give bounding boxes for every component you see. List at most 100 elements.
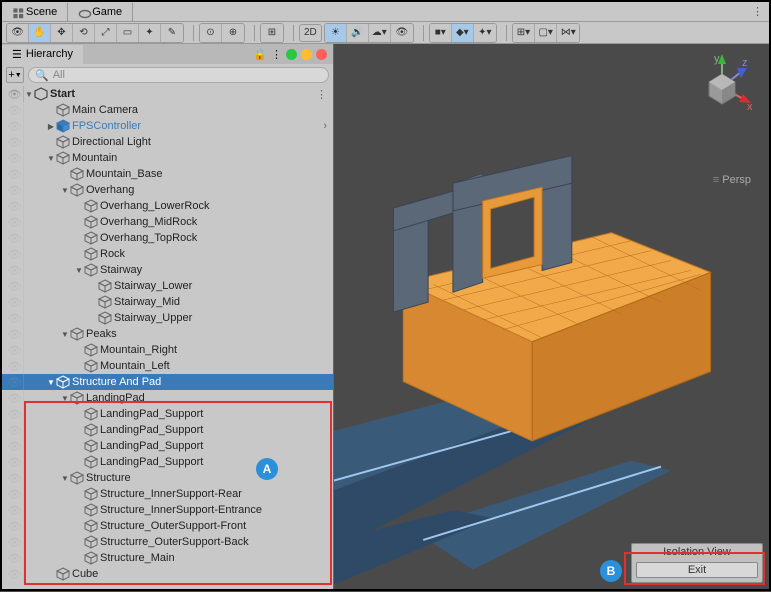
rect-tool-button[interactable]: ▭ xyxy=(117,24,139,42)
hierarchy-item[interactable]: 👁Mountain_Left xyxy=(2,358,333,374)
hierarchy-item[interactable]: 👁Cube xyxy=(2,566,333,582)
panel-menu-icon[interactable]: ⋮ xyxy=(271,48,282,61)
tabbar-menu-icon[interactable]: ⋮ xyxy=(746,5,769,18)
audio-toggle-button[interactable]: 🔊 xyxy=(347,24,369,42)
foldout-down-icon[interactable]: ▼ xyxy=(60,330,70,339)
hierarchy-item[interactable]: 👁Stairway_Lower xyxy=(2,278,333,294)
visibility-toggle-icon[interactable]: 👁 xyxy=(6,342,24,358)
hierarchy-item[interactable]: 👁Overhang_TopRock xyxy=(2,230,333,246)
view-tool-button[interactable]: 👁 xyxy=(7,24,29,42)
visibility-toggle-icon[interactable]: 👁 xyxy=(6,310,24,326)
foldout-down-icon[interactable]: ▼ xyxy=(60,186,70,195)
visibility-toggle-icon[interactable]: 👁 xyxy=(6,246,24,262)
traffic-yellow-icon[interactable] xyxy=(301,49,312,60)
visibility-toggle-icon[interactable]: 👁 xyxy=(6,438,24,454)
hierarchy-item[interactable]: 👁▼Mountain xyxy=(2,150,333,166)
hierarchy-item[interactable]: 👁▼Structure xyxy=(2,470,333,486)
lighting-toggle-button[interactable]: ☀ xyxy=(325,24,347,42)
hierarchy-item[interactable]: 👁LandingPad_Support xyxy=(2,406,333,422)
visibility-toggle-icon[interactable]: 👁 xyxy=(6,262,24,278)
move-tool-button[interactable]: ✥ xyxy=(51,24,73,42)
hierarchy-search-input[interactable]: 🔍 All xyxy=(28,67,329,83)
visibility-toggle-icon[interactable]: 👁 xyxy=(6,550,24,566)
visibility-toggle-icon[interactable]: 👁 xyxy=(6,102,24,118)
hierarchy-item[interactable]: 👁Mountain_Base xyxy=(2,166,333,182)
prefab-open-icon[interactable]: › xyxy=(323,120,333,132)
visibility-toggle-icon[interactable]: 👁 xyxy=(6,166,24,182)
visibility-toggle-icon[interactable]: 👁 xyxy=(6,406,24,422)
visibility-toggle-icon[interactable]: 👁 xyxy=(6,230,24,246)
orientation-gizmo[interactable]: y x z xyxy=(687,52,757,122)
dropdown-button[interactable]: ▢▾ xyxy=(535,24,557,42)
hidden-toggle-button[interactable]: 👁 xyxy=(391,24,413,42)
gizmos-button[interactable]: ◆▾ xyxy=(452,24,474,42)
hierarchy-item[interactable]: 👁▶FPSController› xyxy=(2,118,333,134)
hierarchy-item[interactable]: 👁Stairway_Upper xyxy=(2,310,333,326)
foldout-right-icon[interactable]: ▶ xyxy=(46,122,56,131)
visibility-toggle-icon[interactable]: 👁 xyxy=(6,358,24,374)
hierarchy-tab[interactable]: ☰ Hierarchy xyxy=(2,45,83,64)
hierarchy-item[interactable]: 👁▼Peaks xyxy=(2,326,333,342)
visibility-toggle-icon[interactable]: 👁 xyxy=(6,214,24,230)
hierarchy-item[interactable]: 👁Mountain_Right xyxy=(2,342,333,358)
rotation-mode-button[interactable]: ⊕ xyxy=(222,24,244,42)
visibility-toggle-icon[interactable]: 👁 xyxy=(6,566,24,582)
visibility-toggle-icon[interactable]: 👁 xyxy=(6,454,24,470)
lock-icon[interactable]: 🔒 xyxy=(253,48,267,61)
camera-button[interactable]: ■▾ xyxy=(430,24,452,42)
hierarchy-item[interactable]: 👁LandingPad_Support xyxy=(2,454,333,470)
2d-toggle-button[interactable]: 2D xyxy=(299,24,322,42)
rotate-tool-button[interactable]: ⟲ xyxy=(73,24,95,42)
foldout-down-icon[interactable]: ▼ xyxy=(74,266,84,275)
visibility-toggle-icon[interactable]: 👁 xyxy=(6,470,24,486)
isolation-exit-button[interactable]: Exit xyxy=(636,562,758,578)
foldout-down-icon[interactable]: ▼ xyxy=(46,378,56,387)
tab-game[interactable]: Game xyxy=(68,3,133,21)
visibility-toggle-icon[interactable]: 👁 xyxy=(6,422,24,438)
visibility-toggle-icon[interactable]: 👁 xyxy=(6,326,24,342)
foldout-down-icon[interactable]: ▼ xyxy=(60,394,70,403)
fx-toggle-button[interactable]: ☁▾ xyxy=(369,24,391,42)
visibility-toggle-icon[interactable]: 👁 xyxy=(6,134,24,150)
layers-button[interactable]: ⊞▾ xyxy=(513,24,535,42)
visibility-toggle-icon[interactable]: 👁 xyxy=(6,534,24,550)
foldout-down-icon[interactable]: ▼ xyxy=(24,90,34,99)
hierarchy-item[interactable]: 👁Stairway_Mid xyxy=(2,294,333,310)
hierarchy-item[interactable]: 👁LandingPad_Support xyxy=(2,438,333,454)
transform-tool-button[interactable]: ✦ xyxy=(139,24,161,42)
tab-scene[interactable]: Scene xyxy=(2,3,68,21)
custom-tool-button[interactable]: ✎ xyxy=(161,24,183,42)
hierarchy-item[interactable]: 👁Structure_Main xyxy=(2,550,333,566)
visibility-toggle-icon[interactable]: 👁 xyxy=(6,374,24,390)
projection-label[interactable]: ≡ Persp xyxy=(713,174,751,186)
visibility-toggle-icon[interactable]: 👁 xyxy=(6,390,24,406)
hierarchy-item[interactable]: 👁▼Stairway xyxy=(2,262,333,278)
hierarchy-item[interactable]: 👁Structure_InnerSupport-Entrance xyxy=(2,502,333,518)
foldout-down-icon[interactable]: ▼ xyxy=(60,474,70,483)
effects-button[interactable]: ✦▾ xyxy=(474,24,496,42)
scene-viewport[interactable]: y x z ≡ Persp Isolation View Exit xyxy=(334,44,769,589)
hierarchy-item[interactable]: 👁▼Overhang xyxy=(2,182,333,198)
hierarchy-item[interactable]: 👁Rock xyxy=(2,246,333,262)
visibility-toggle-icon[interactable]: 👁 xyxy=(6,518,24,534)
scene-root-row[interactable]: 👁 ▼ Start ⋮ xyxy=(2,86,333,102)
visibility-toggle-icon[interactable]: 👁 xyxy=(6,502,24,518)
create-button[interactable]: + ▼ xyxy=(6,67,24,83)
hierarchy-item[interactable]: 👁Overhang_LowerRock xyxy=(2,198,333,214)
hierarchy-item[interactable]: 👁Structure_OuterSupport-Front xyxy=(2,518,333,534)
visibility-toggle-icon[interactable]: 👁 xyxy=(6,278,24,294)
traffic-red-icon[interactable] xyxy=(316,49,327,60)
hierarchy-item[interactable]: 👁▼Structure And Pad xyxy=(2,374,333,390)
visibility-toggle-icon[interactable]: 👁 xyxy=(6,294,24,310)
visibility-toggle-icon[interactable]: 👁 xyxy=(6,150,24,166)
hierarchy-item[interactable]: 👁▼LandingPad xyxy=(2,390,333,406)
hand-tool-button[interactable]: ✋ xyxy=(29,24,51,42)
hierarchy-tree[interactable]: 👁 ▼ Start ⋮ 👁Main Camera👁▶FPSController›… xyxy=(2,86,333,589)
visibility-toggle-icon[interactable]: 👁 xyxy=(6,198,24,214)
hierarchy-item[interactable]: 👁Main Camera xyxy=(2,102,333,118)
hierarchy-item[interactable]: 👁Structurre_OuterSupport-Back xyxy=(2,534,333,550)
visibility-toggle-icon[interactable]: 👁 xyxy=(6,118,24,134)
hierarchy-item[interactable]: 👁LandingPad_Support xyxy=(2,422,333,438)
hierarchy-item[interactable]: 👁Directional Light xyxy=(2,134,333,150)
pivot-mode-button[interactable]: ⊙ xyxy=(200,24,222,42)
